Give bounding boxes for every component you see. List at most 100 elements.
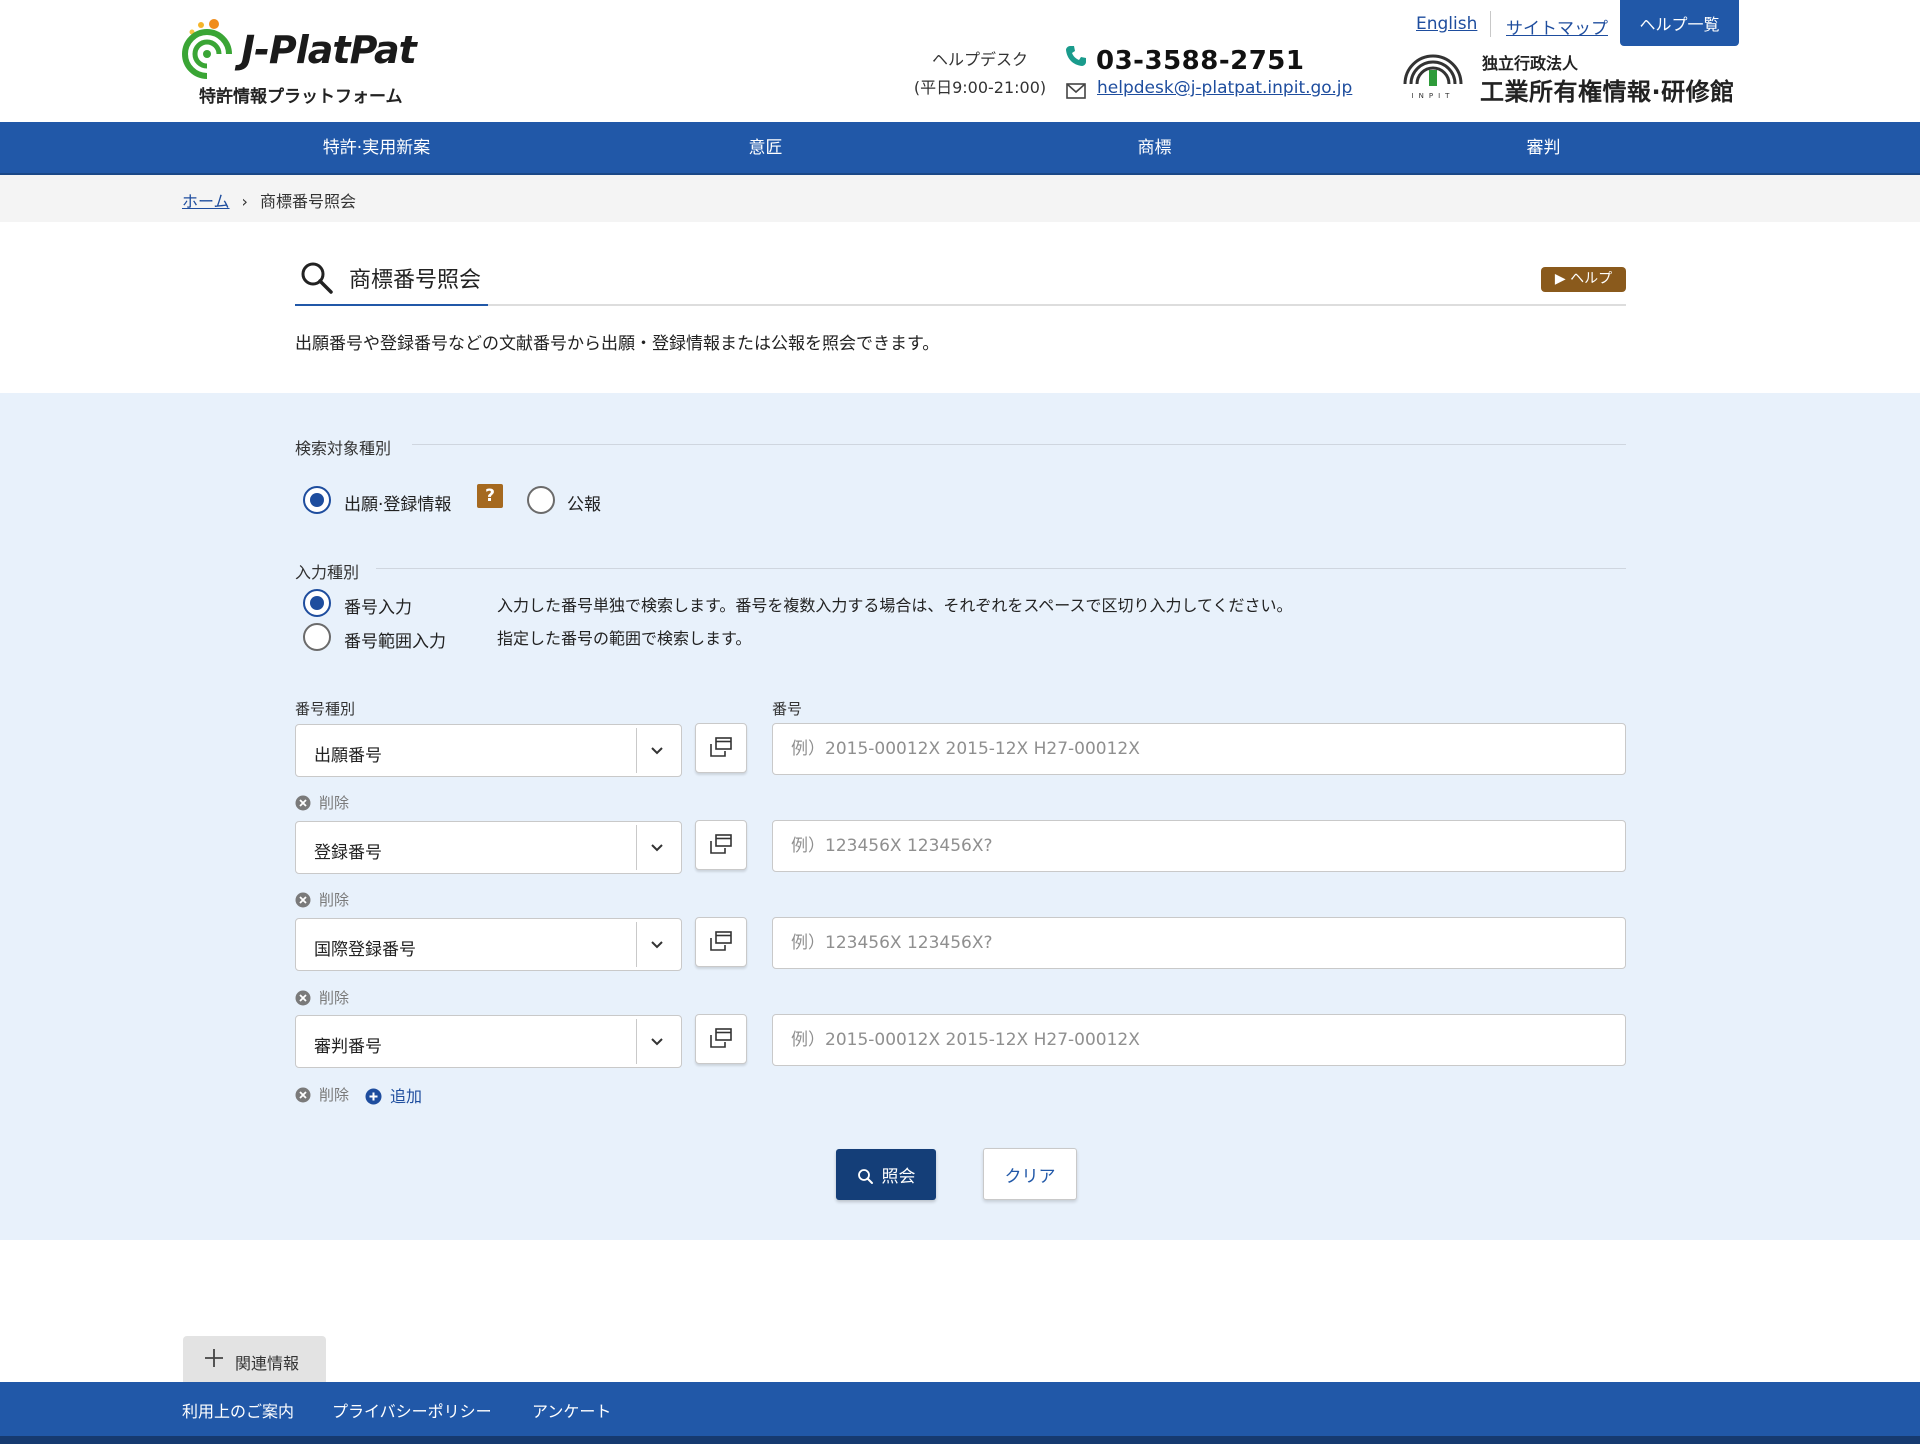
- window-popup-icon: [710, 834, 732, 854]
- page-title: 商標番号照会: [349, 268, 482, 293]
- jplatpat-logo[interactable]: J-PlatPat 特許情報プラットフォーム: [181, 16, 441, 108]
- delete-row-button[interactable]: 削除: [295, 987, 349, 1008]
- number-type-select[interactable]: 登録番号: [295, 821, 682, 874]
- number-type-label: 番号種別: [295, 700, 356, 718]
- number-popup-button[interactable]: [695, 917, 747, 967]
- radio-mode-range-label[interactable]: 番号範囲入力: [344, 627, 446, 652]
- mail-icon: [1066, 83, 1086, 99]
- site-header: J-PlatPat 特許情報プラットフォーム ヘルプデスク (平日9:00-21…: [0, 0, 1920, 122]
- logo-wordmark: J-PlatPat: [241, 28, 417, 72]
- inpit-logo-icon[interactable]: INPIT: [1400, 48, 1466, 100]
- add-label: 追加: [390, 1087, 423, 1106]
- number-input[interactable]: [772, 723, 1626, 775]
- number-type-value: 登録番号: [314, 843, 382, 863]
- search-icon: [301, 262, 333, 294]
- help-list-button[interactable]: ヘルプ一覧: [1620, 0, 1739, 46]
- radio-target-application-label[interactable]: 出願·登録情報: [344, 490, 451, 515]
- number-popup-button[interactable]: [695, 820, 747, 870]
- search-button[interactable]: 照会: [836, 1149, 936, 1200]
- radio-mode-number[interactable]: [303, 589, 331, 617]
- delete-row-button[interactable]: 削除: [295, 889, 349, 910]
- inpit-org-type: 独立行政法人: [1482, 54, 1579, 73]
- breadcrumb: ホーム › 商標番号照会: [182, 188, 356, 212]
- window-popup-icon: [710, 931, 732, 951]
- delete-row-button[interactable]: 削除: [295, 1084, 349, 1105]
- search-button-label: 照会: [881, 1167, 916, 1186]
- inpit-logo-text: INPIT: [1412, 92, 1455, 100]
- delete-label: 削除: [319, 794, 350, 812]
- add-row-button[interactable]: 追加: [365, 1083, 422, 1107]
- nav-design[interactable]: 意匠: [571, 122, 960, 175]
- related-info-label: 関連情報: [235, 1354, 300, 1373]
- footer-link-privacy[interactable]: プライバシーポリシー: [332, 1398, 492, 1422]
- number-type-value: 審判番号: [314, 1037, 382, 1057]
- related-info-toggle[interactable]: 関連情報: [183, 1336, 326, 1382]
- help-button[interactable]: ▶ ヘルプ: [1541, 267, 1626, 292]
- plus-circle-icon: [365, 1088, 382, 1105]
- breadcrumb-home[interactable]: ホーム: [182, 192, 230, 211]
- delete-icon: [295, 1087, 311, 1103]
- number-popup-button[interactable]: [695, 723, 747, 773]
- input-mode-legend: 入力種別: [295, 563, 360, 582]
- search-target-legend: 検索対象種別: [295, 439, 392, 458]
- phone-icon: [1066, 46, 1086, 66]
- select-divider: [636, 922, 637, 967]
- helpdesk-email-link[interactable]: helpdesk@j-platpat.inpit.go.jp: [1097, 78, 1352, 98]
- number-type-select[interactable]: 国際登録番号: [295, 918, 682, 971]
- delete-label: 削除: [319, 1086, 350, 1104]
- nav-patent[interactable]: 特許·実用新案: [182, 122, 571, 175]
- breadcrumb-current: 商標番号照会: [259, 192, 356, 211]
- legend-divider: [412, 444, 1626, 445]
- number-input[interactable]: [772, 917, 1626, 969]
- chevron-down-icon: [651, 1038, 663, 1046]
- footer-link-survey[interactable]: アンケート: [532, 1398, 611, 1422]
- number-input[interactable]: [772, 1014, 1626, 1066]
- window-popup-icon: [710, 737, 732, 757]
- number-input[interactable]: [772, 820, 1626, 872]
- english-link[interactable]: English: [1416, 14, 1477, 34]
- breadcrumb-separator: ›: [241, 192, 248, 211]
- radio-target-gazette-label[interactable]: 公報: [567, 490, 601, 515]
- site-footer: 利用上のご案内 プライバシーポリシー アンケート: [0, 1382, 1920, 1444]
- radio-target-application[interactable]: [303, 486, 331, 514]
- footer-bottom-strip: [0, 1436, 1920, 1444]
- plus-icon: [205, 1349, 223, 1367]
- number-type-value: 国際登録番号: [314, 940, 416, 960]
- nav-appeal[interactable]: 審判: [1349, 122, 1738, 175]
- page-header: 商標番号照会 ▶ ヘルプ: [295, 258, 1626, 306]
- radio-target-gazette[interactable]: [527, 486, 555, 514]
- inpit-org-name: 工業所有権情報·研修館: [1480, 78, 1735, 106]
- nav-trademark[interactable]: 商標: [960, 122, 1349, 175]
- number-label: 番号: [772, 700, 803, 718]
- sitemap-link[interactable]: サイトマップ: [1506, 14, 1608, 39]
- mode-number-description: 入力した番号単独で検索します。番号を複数入力する場合は、それぞれをスペースで区切…: [497, 596, 1293, 615]
- number-type-value: 出願番号: [314, 746, 382, 766]
- number-type-select[interactable]: 出願番号: [295, 724, 682, 777]
- helpdesk-label: ヘルプデスク: [931, 50, 1028, 69]
- delete-icon: [295, 892, 311, 908]
- delete-row-button[interactable]: 削除: [295, 792, 349, 813]
- legend-divider: [376, 568, 1626, 569]
- select-divider: [636, 728, 637, 773]
- spiral-logo-icon: [182, 19, 232, 79]
- window-popup-icon: [710, 1028, 732, 1048]
- global-nav: 特許·実用新案 意匠 商標 審判: [0, 122, 1920, 175]
- delete-icon: [295, 795, 311, 811]
- delete-icon: [295, 990, 311, 1006]
- title-underline: [295, 304, 488, 306]
- page-description: 出願番号や登録番号などの文献番号から出願・登録情報または公報を照会できます。: [295, 334, 940, 354]
- helpdesk-hours: (平日9:00-21:00): [913, 78, 1047, 97]
- delete-label: 削除: [319, 891, 350, 909]
- select-divider: [636, 1019, 637, 1064]
- question-help-icon[interactable]: ?: [477, 484, 503, 508]
- number-type-select[interactable]: 審判番号: [295, 1015, 682, 1068]
- select-divider: [636, 825, 637, 870]
- logo-subtitle: 特許情報プラットフォーム: [199, 87, 403, 107]
- radio-mode-number-label[interactable]: 番号入力: [344, 593, 412, 618]
- footer-link-usage[interactable]: 利用上のご案内: [182, 1398, 294, 1422]
- radio-mode-range[interactable]: [303, 623, 331, 651]
- header-link-divider: [1490, 11, 1491, 37]
- number-popup-button[interactable]: [695, 1014, 747, 1064]
- clear-button[interactable]: クリア: [983, 1148, 1077, 1200]
- breadcrumb-bar: ホーム › 商標番号照会: [0, 175, 1920, 222]
